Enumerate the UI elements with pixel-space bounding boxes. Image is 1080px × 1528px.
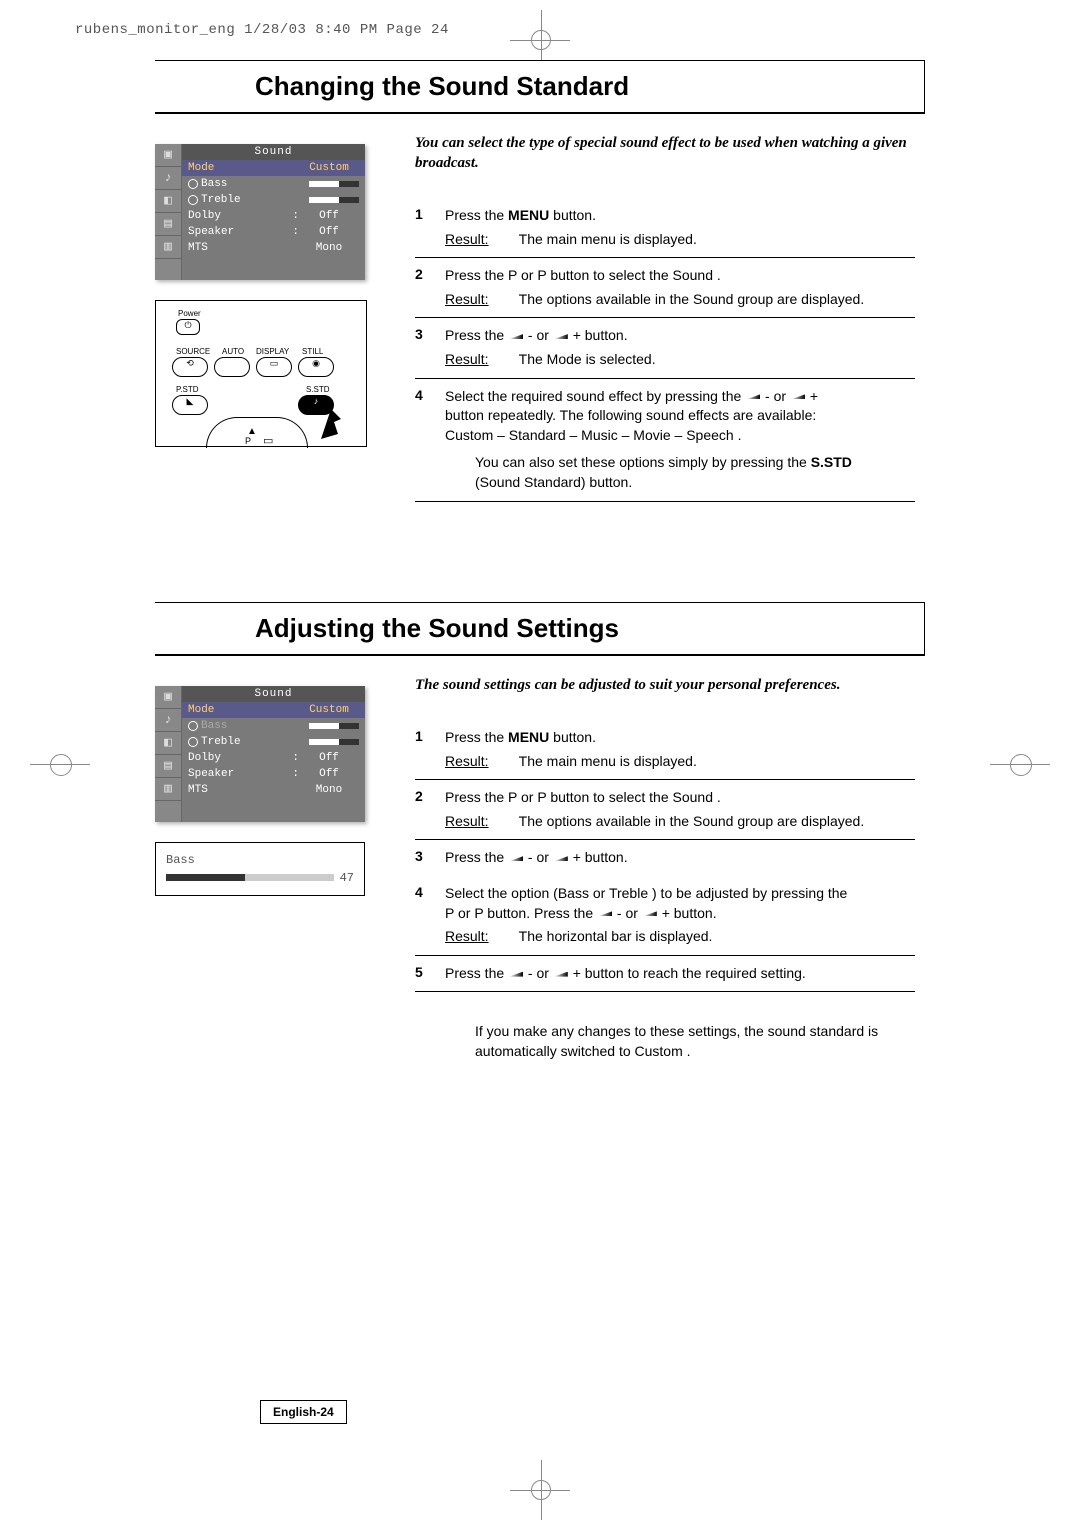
osd-icon: ◧	[155, 732, 181, 755]
crop-mark-right	[990, 764, 1050, 765]
step-row: 5 Press the - or + button to reach the r…	[415, 956, 915, 993]
osd-row-mode: ModeCustom	[182, 702, 365, 718]
step-row: 3 Press the - or + button. Result: The M…	[415, 318, 915, 378]
osd-sound-panel-2: ▣ ♪ ◧ ▤ ▥ Sound ModeCustom Bass	[155, 686, 365, 822]
osd-row-mts: MTSMono	[182, 782, 365, 798]
osd-row-treble: Treble	[182, 192, 365, 208]
crop-mark-left	[30, 764, 90, 765]
osd-row-treble: Treble	[182, 734, 365, 750]
step-row: 3 Press the - or + button.	[415, 840, 915, 876]
osd-row-mode: Mode Custom	[182, 160, 365, 176]
section1-title: Changing the Sound Standard	[155, 61, 924, 113]
remote-dpad: ▲ P ▭	[206, 417, 308, 448]
step-row: 2 Press the P or P button to select the …	[415, 780, 915, 840]
step-row: 4 Select the required sound effect by pr…	[415, 379, 915, 502]
source-button-icon: ⟲	[172, 357, 208, 377]
pointer-hand-icon	[316, 404, 346, 444]
osd-sound-panel-1: ▣ ♪ ◧ ▤ ▥ Sound Mode Custom Bass	[155, 144, 365, 280]
osd-icon: ▣	[155, 686, 181, 709]
osd-row-bass: Bass	[182, 176, 365, 192]
osd-icon: ♪	[155, 709, 181, 732]
crop-mark-bottom	[540, 1460, 541, 1520]
osd-icon: ♪	[155, 167, 181, 190]
auto-button-icon	[214, 357, 250, 377]
step-row: 1 Press the MENU button. Result: The mai…	[415, 198, 915, 258]
osd-row-dolby: Dolby:Off	[182, 208, 365, 224]
section2-title: Adjusting the Sound Settings	[155, 603, 924, 655]
step-row: 1 Press the MENU button. Result: The mai…	[415, 720, 915, 780]
power-button-icon: ⏻	[176, 319, 200, 335]
pstd-button-icon: ◣	[172, 395, 208, 415]
osd-row-mts: MTSMono	[182, 240, 365, 256]
osd-icon: ▤	[155, 213, 181, 236]
step-row: 2 Press the P or P button to select the …	[415, 258, 915, 318]
still-button-icon: ◉	[298, 357, 334, 377]
bass-level-panel: Bass 47	[155, 842, 365, 896]
remote-diagram: Power ⏻ SOURCE AUTO DISPLAY STILL ⟲ ▭ ◉ …	[155, 300, 367, 447]
section2-final-note: If you make any changes to these setting…	[415, 1022, 915, 1061]
osd-icon: ▥	[155, 236, 181, 259]
header-stamp: rubens_monitor_eng 1/28/03 8:40 PM Page …	[75, 22, 449, 38]
osd-title: Sound	[182, 686, 365, 702]
step-row: 4 Select the option (Bass or Treble ) to…	[415, 876, 915, 956]
osd-icon: ▣	[155, 144, 181, 167]
page-number-footer: English-24	[260, 1400, 347, 1424]
osd-icon: ▥	[155, 778, 181, 801]
osd-row-speaker: Speaker:Off	[182, 224, 365, 240]
osd-row-speaker: Speaker:Off	[182, 766, 365, 782]
display-button-icon: ▭	[256, 357, 292, 377]
osd-icon: ◧	[155, 190, 181, 213]
section2-intro: The sound settings can be adjusted to su…	[415, 676, 915, 696]
osd-row-bass: Bass	[182, 718, 365, 734]
osd-icon: ▤	[155, 755, 181, 778]
section1-intro: You can select the type of special sound…	[415, 134, 915, 173]
osd-title: Sound	[182, 144, 365, 160]
osd-row-dolby: Dolby:Off	[182, 750, 365, 766]
